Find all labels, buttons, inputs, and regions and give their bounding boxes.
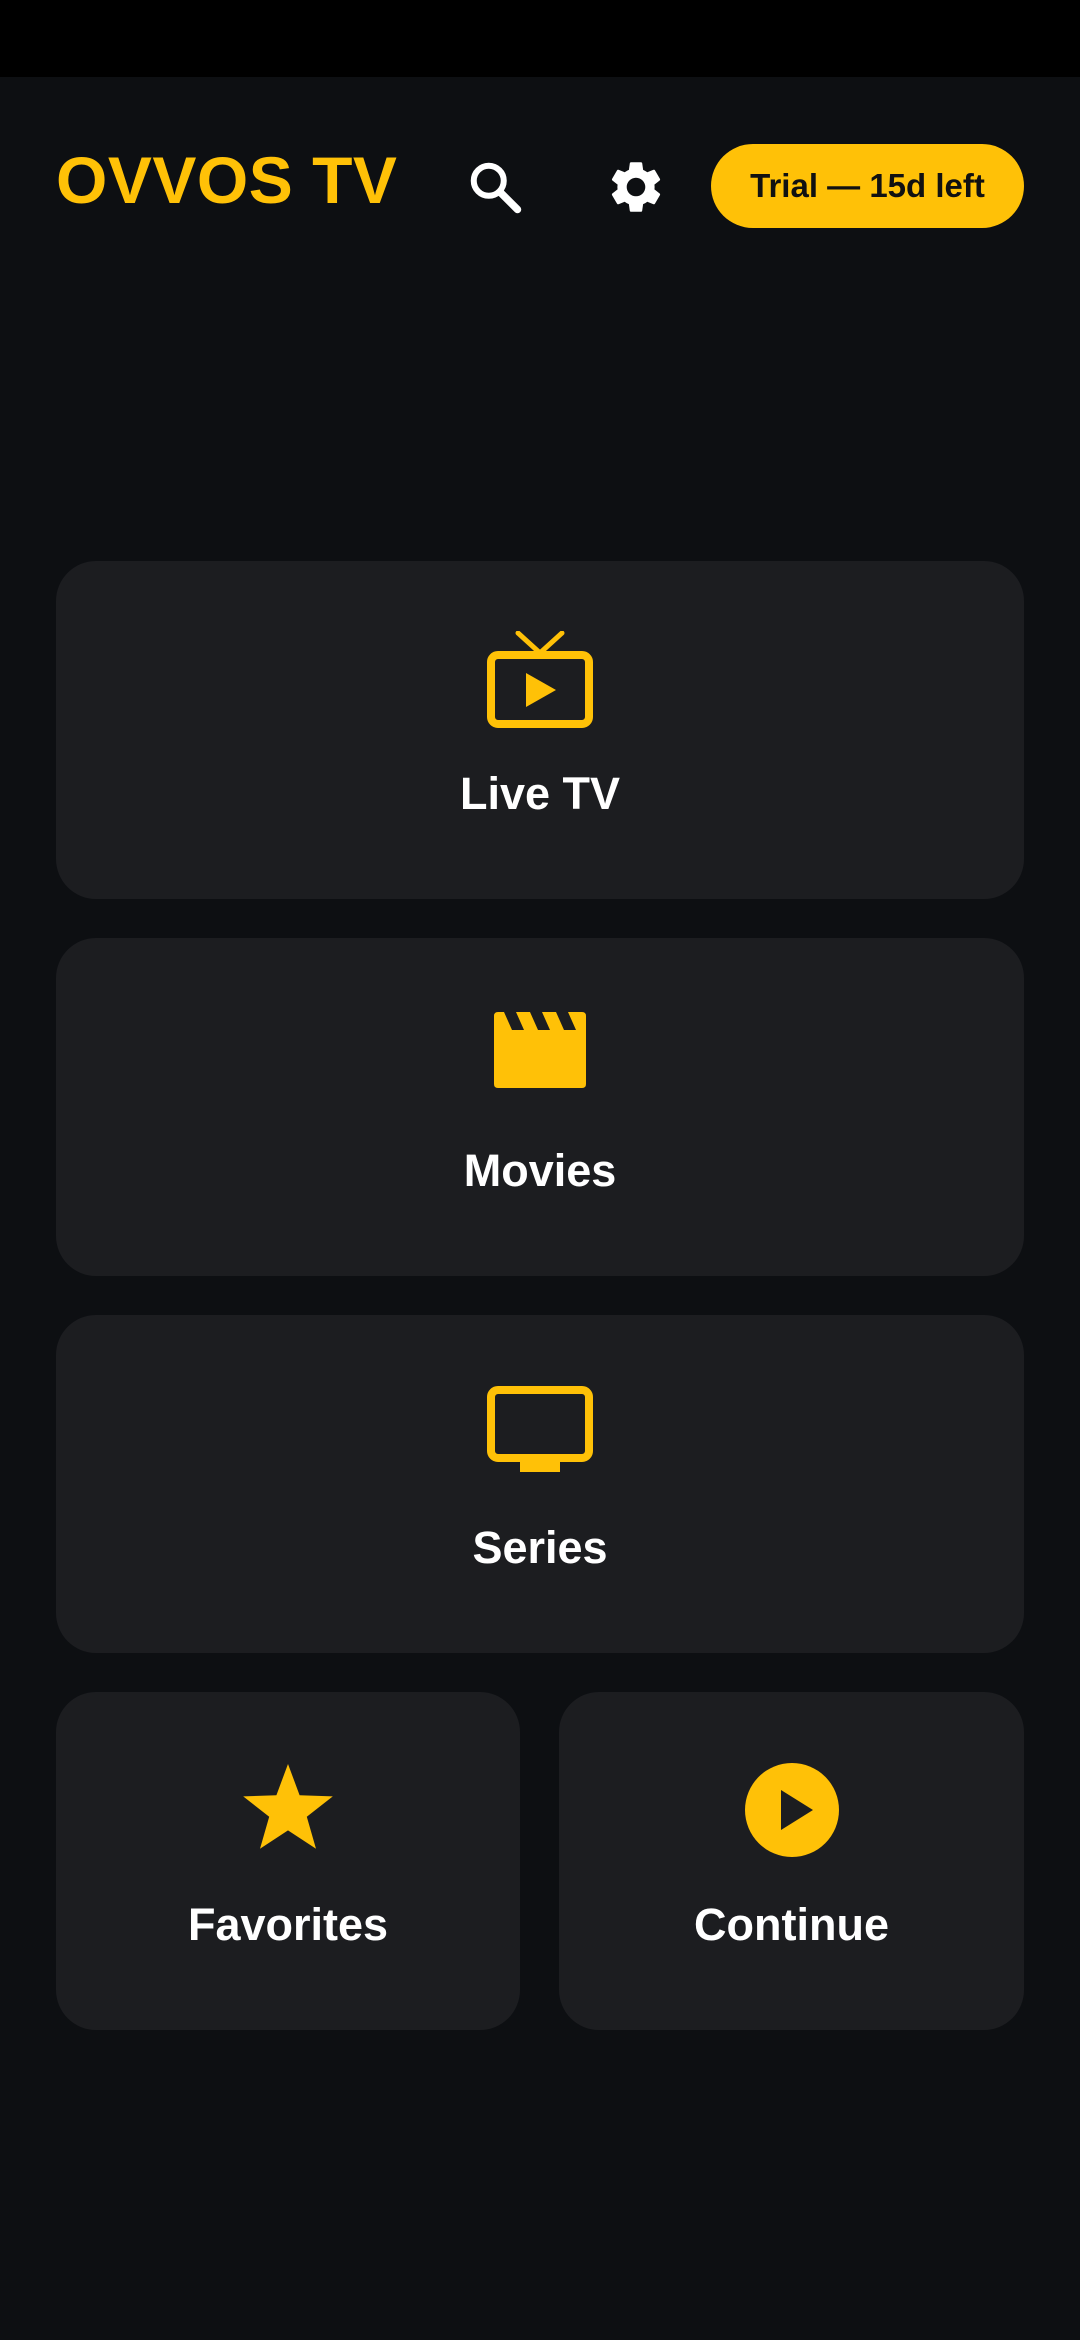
movies-label: Movies [463,1145,617,1196]
app-title: OVVOS TV [56,143,398,217]
star-icon [243,1764,333,1849]
series-card[interactable]: Series [56,1315,1024,1653]
live-tv-label: Live TV [459,768,621,819]
live-tv-card[interactable]: Live TV [56,561,1024,899]
play-circle-icon [744,1763,839,1857]
series-label: Series [472,1522,608,1573]
continue-card[interactable]: Continue [559,1692,1024,2030]
gear-icon [611,162,661,212]
trial-badge[interactable]: Trial — 15d left [711,144,1024,228]
favorites-label: Favorites [187,1899,389,1950]
search-button[interactable] [445,137,545,237]
movies-card[interactable]: Movies [56,938,1024,1276]
clapperboard-icon [494,1012,586,1088]
tv-play-icon [487,631,593,728]
continue-label: Continue [694,1899,889,1950]
monitor-icon [487,1386,593,1472]
favorites-card[interactable]: Favorites [56,1692,520,2030]
status-bar [0,0,1080,77]
search-icon [470,162,522,214]
settings-button[interactable] [586,137,686,237]
app-header: OVVOS TV Trial — 15d left [0,77,1080,297]
